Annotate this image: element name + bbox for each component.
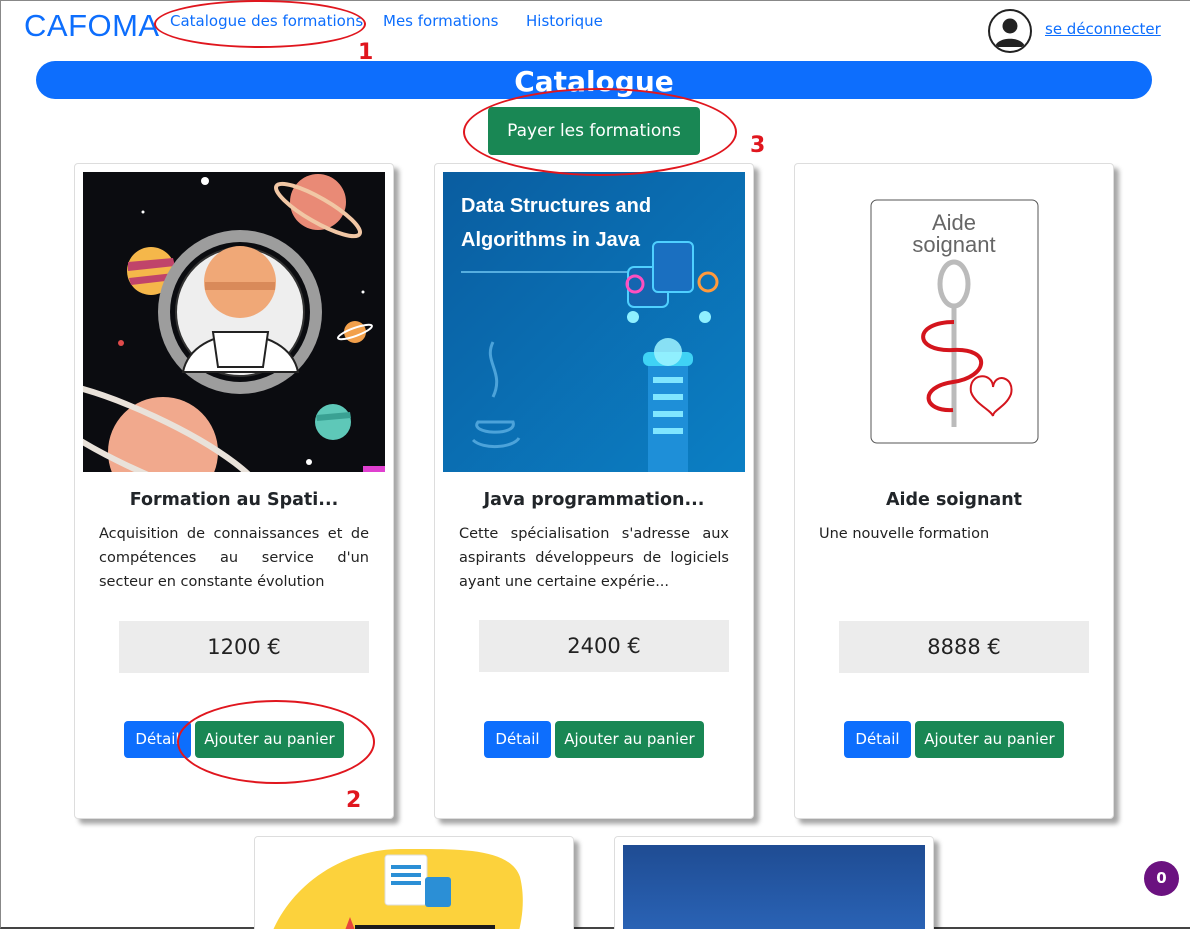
user-avatar-icon[interactable] (988, 9, 1032, 53)
course-price: 8888 € (839, 621, 1089, 673)
add-to-cart-button[interactable]: Ajouter au panier (915, 721, 1064, 758)
catalogue-banner: Catalogue (36, 61, 1152, 99)
course-price: 2400 € (479, 620, 729, 672)
page-title: Catalogue (514, 65, 674, 98)
course-card (254, 836, 574, 929)
pay-formations-button[interactable]: Payer les formations (488, 107, 700, 155)
nav-link-mes-formations[interactable]: Mes formations (383, 12, 498, 30)
course-image-aide-soignant: Aide soignant (803, 172, 1105, 472)
course-card: Formation au Spati... Acquisition de con… (74, 163, 394, 819)
nav-link-catalogue[interactable]: Catalogue des formations (170, 12, 363, 30)
course-image-partial (255, 837, 573, 929)
course-description: Acquisition de connaissances et de compé… (99, 526, 369, 590)
annotation-number: 1 (358, 40, 374, 65)
course-description: Une nouvelle formation (819, 526, 990, 542)
notification-badge[interactable]: 0 (1144, 861, 1179, 896)
annotation-number: 2 (346, 788, 362, 813)
course-image-space (83, 172, 385, 472)
course-card: Aide soignant Aide soignant Une nouvelle … (794, 163, 1114, 819)
course-card: Data Structures and Algorithms in Java Ja… (434, 163, 754, 819)
course-image-partial (615, 837, 933, 929)
course-title: Formation au Spati... (129, 490, 339, 510)
detail-button[interactable]: Détail (484, 721, 551, 758)
course-description: Cette spécialisation s'adresse aux aspir… (459, 526, 729, 590)
add-to-cart-button[interactable]: Ajouter au panier (555, 721, 704, 758)
course-price: 1200 € (119, 621, 369, 673)
brand-logo[interactable]: CAFOMA (24, 8, 160, 44)
course-title: Java programmation... (483, 490, 705, 510)
logout-link[interactable]: se déconnecter (1045, 20, 1161, 38)
add-to-cart-button[interactable]: Ajouter au panier (195, 721, 344, 758)
detail-button[interactable]: Détail (124, 721, 191, 758)
nav-link-historique[interactable]: Historique (526, 12, 603, 30)
course-card (614, 836, 934, 929)
course-image-java: Data Structures and Algorithms in Java (443, 172, 745, 472)
course-title: Aide soignant (885, 490, 1023, 510)
detail-button[interactable]: Détail (844, 721, 911, 758)
annotation-number: 3 (750, 133, 766, 158)
